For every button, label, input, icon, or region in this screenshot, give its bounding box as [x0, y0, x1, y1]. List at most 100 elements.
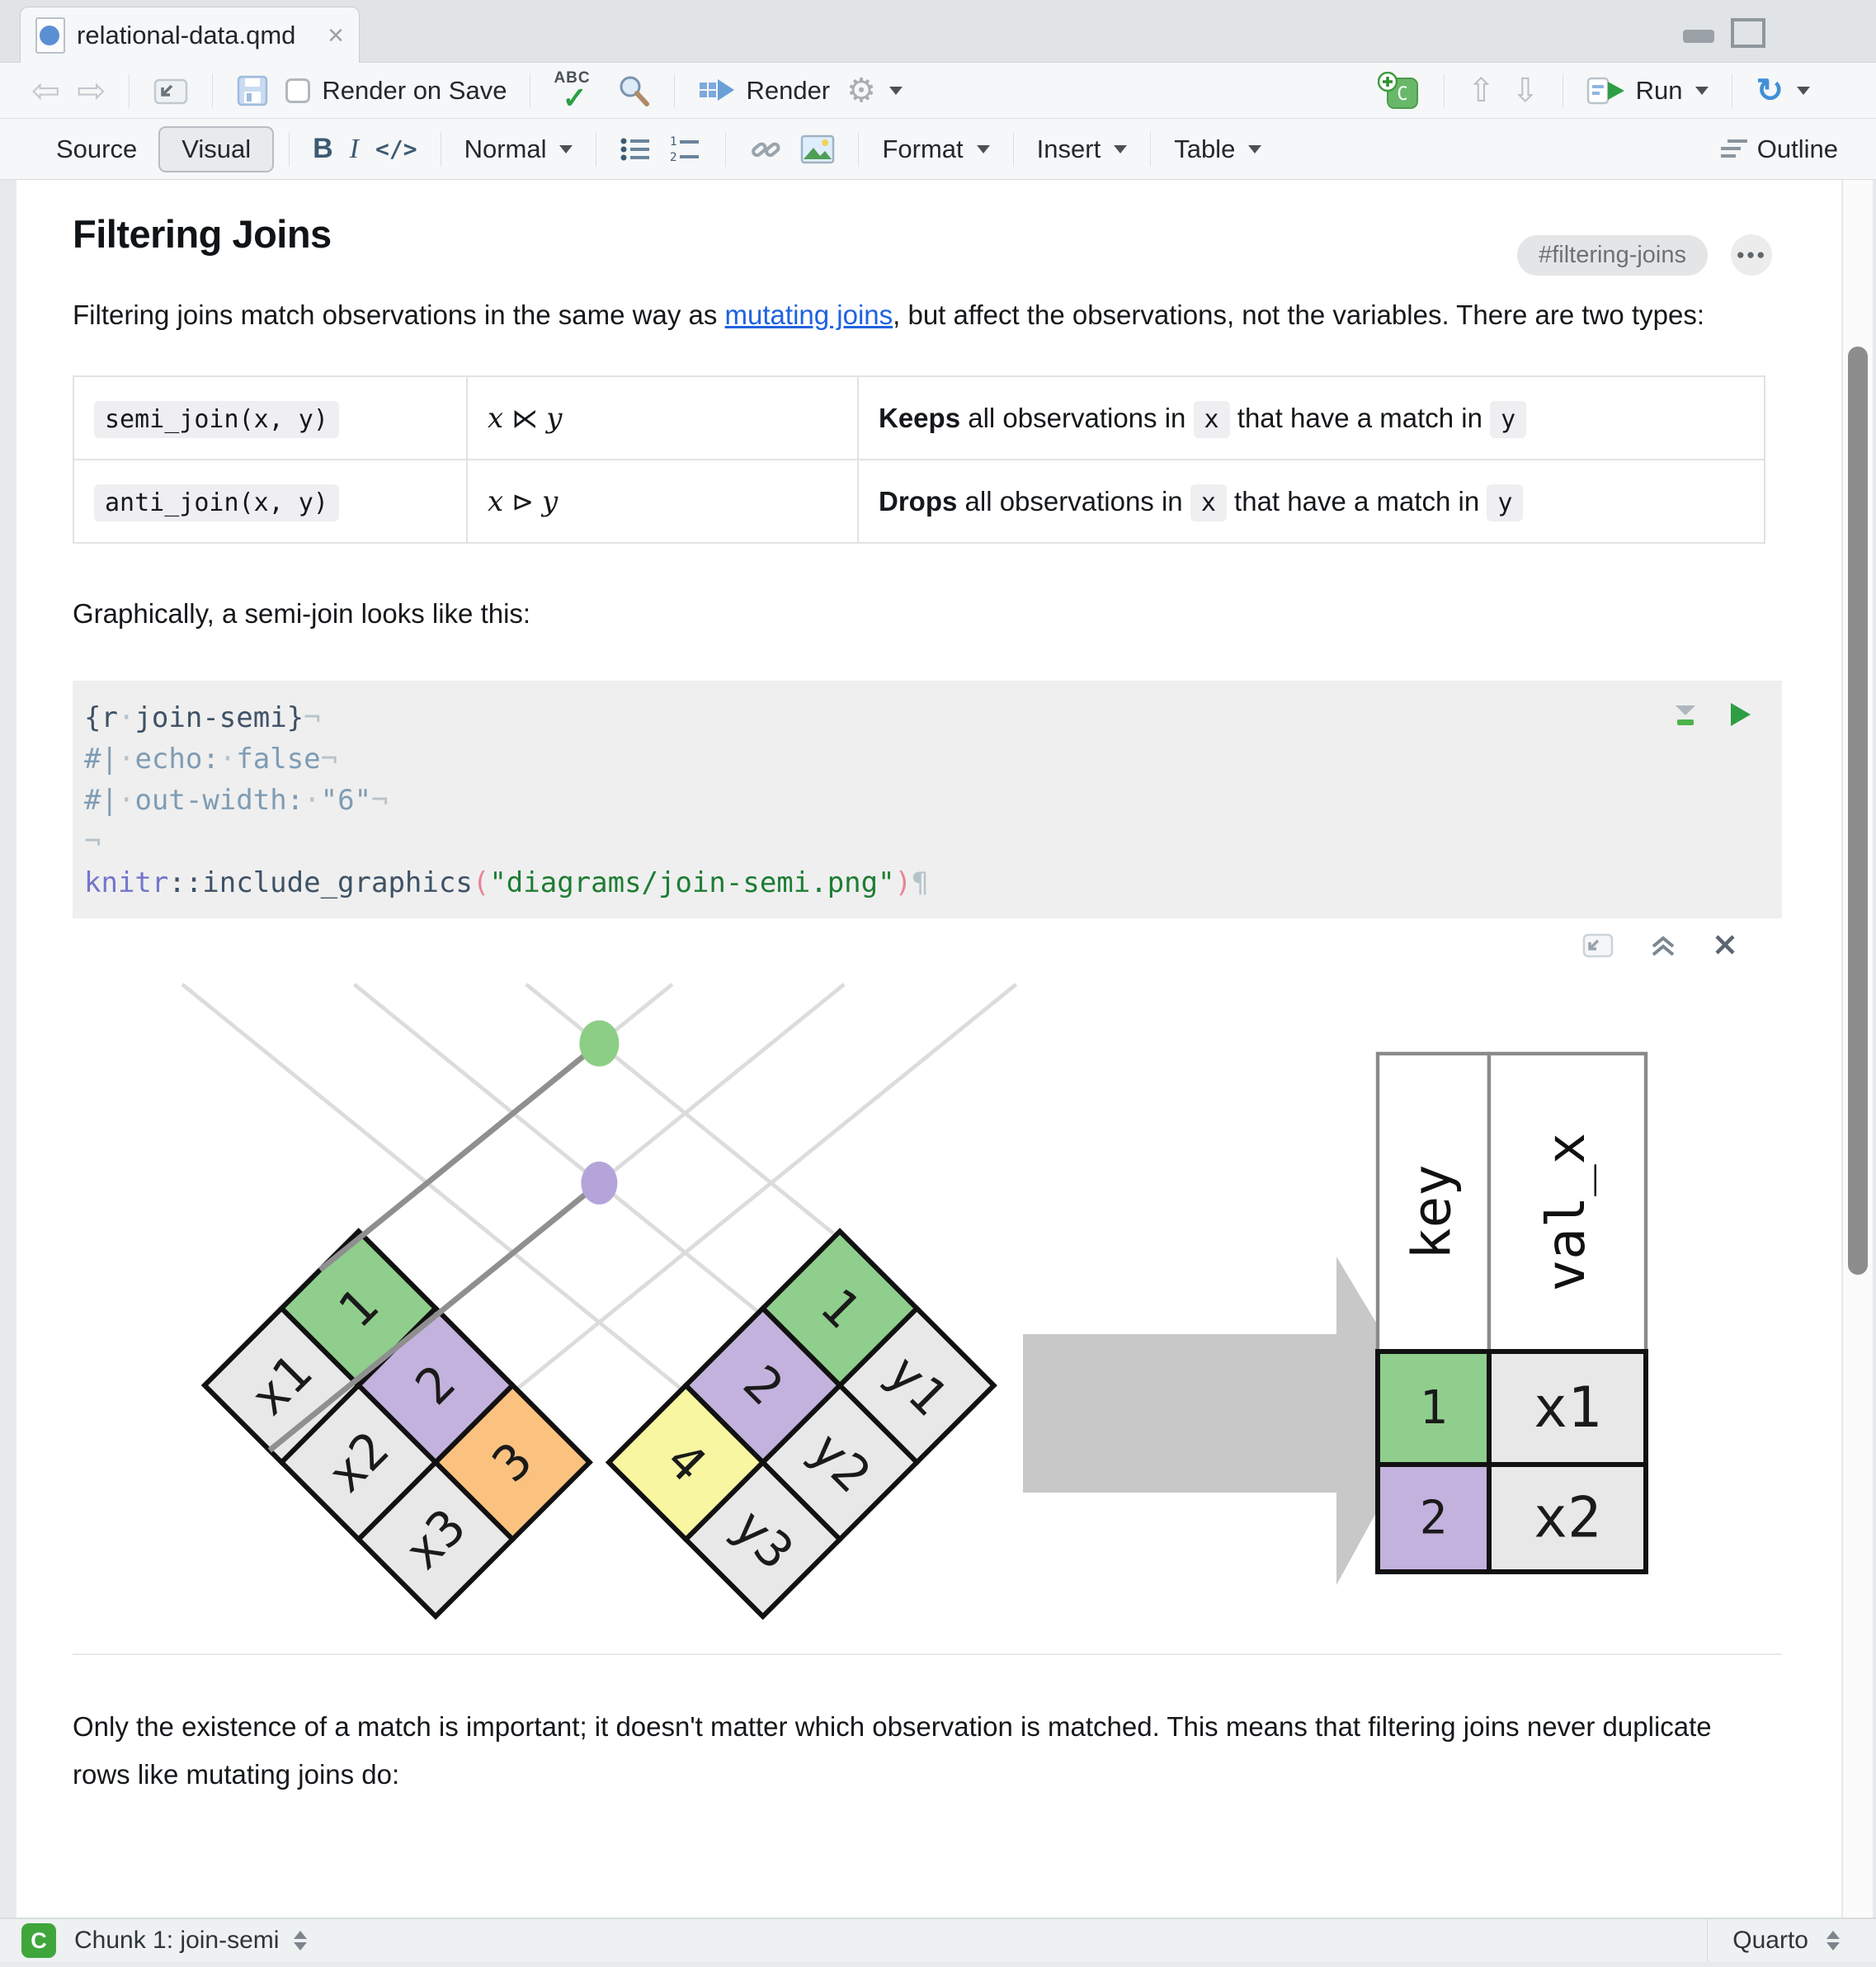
chevron-down-icon — [1114, 144, 1128, 153]
anti-join-math: x ⊳ y — [466, 459, 859, 544]
chunk-navigator[interactable]: Chunk 1: join-semi — [74, 1927, 279, 1955]
svg-text:2: 2 — [1420, 1492, 1448, 1545]
numbered-list-button[interactable]: 12 — [661, 130, 710, 168]
bold-button[interactable]: B — [304, 128, 342, 170]
image-icon — [801, 134, 835, 163]
anti-join-description: Drops all observations in x that have a … — [857, 459, 1765, 544]
rerun-button[interactable]: ↻ — [1747, 69, 1818, 112]
bullet-list-button[interactable] — [611, 130, 661, 168]
semi-join-description: Keeps all observations in x that have a … — [857, 375, 1765, 460]
run-chunks-above-icon[interactable] — [1670, 699, 1701, 730]
tab-close-icon[interactable]: × — [328, 21, 344, 50]
paragraph-style-label: Normal — [464, 134, 547, 163]
visual-mode-button[interactable]: Visual — [158, 125, 275, 172]
code-line[interactable]: #|·out-width:·"6"¬ — [84, 780, 1764, 821]
chunk-output: x1 1 x2 2 x3 3 y1 1 y2 2 y3 4 key val_x 1 x1 2 x2 — [73, 918, 1782, 1655]
go-to-next-chunk-button[interactable]: ⇩ — [1503, 69, 1548, 112]
render-on-save-checkbox[interactable] — [285, 78, 311, 103]
svg-text:1: 1 — [1420, 1381, 1448, 1435]
render-options-button[interactable]: ⚙ — [838, 69, 911, 112]
chevron-down-icon — [889, 86, 903, 95]
toolbar-divider — [858, 131, 860, 167]
popout-window-icon — [154, 78, 188, 104]
toolbar-divider — [289, 131, 290, 167]
code-line[interactable]: {r·join-semi}¬ — [84, 697, 1764, 738]
toolbar-divider — [674, 73, 676, 108]
table-menu[interactable]: Table — [1166, 130, 1270, 169]
main-toolbar: ⇦ ⇨ Render on Save ABC ✓ Render ⚙ C ⇧ ⇩ … — [0, 63, 1876, 119]
paragraph-style-dropdown[interactable]: Normal — [456, 130, 582, 169]
run-icon — [1586, 77, 1624, 104]
chevron-down-icon — [1248, 144, 1262, 153]
run-chunk-icon[interactable] — [1726, 699, 1754, 730]
svg-text:x2: x2 — [1534, 1486, 1601, 1551]
scrollbar-thumb[interactable] — [1848, 347, 1868, 1275]
forward-button[interactable]: ⇨ — [68, 68, 114, 113]
pane-minimize-button[interactable] — [1683, 30, 1714, 43]
code-chunk[interactable]: {r·join-semi}¬ #|·echo:·false¬ #|·out-widt… — [73, 681, 1782, 918]
chunk-code[interactable]: {r·join-semi}¬ #|·echo:·false¬ #|·out-widt… — [84, 697, 1764, 903]
join-semi-diagram-svg: x11x22x33y11y22y34key val_x1 x12 x2 — [181, 983, 1648, 1620]
code-line[interactable]: knitr::include_graphics("diagrams/join-s… — [84, 862, 1764, 903]
code-format-icon: </> — [375, 135, 417, 163]
forward-icon: ⇨ — [77, 70, 106, 110]
run-label: Run — [1635, 75, 1683, 105]
close-output-icon[interactable] — [1711, 931, 1739, 959]
svg-text:x1: x1 — [1534, 1375, 1601, 1441]
format-selector[interactable]: Quarto — [1707, 1919, 1876, 1962]
section-menu-button[interactable]: ●●● — [1731, 234, 1772, 276]
back-button[interactable]: ⇦ — [23, 68, 68, 113]
italic-button[interactable]: I — [342, 129, 367, 170]
svg-text:val_x: val_x — [1536, 1133, 1597, 1292]
insert-image-button[interactable] — [792, 130, 843, 169]
code-line[interactable]: ¬ — [84, 821, 1764, 862]
editor-content: #filtering-joins ●●● Filtering Joins Fil… — [16, 180, 1841, 1917]
vertical-scrollbar[interactable] — [1842, 180, 1873, 1917]
render-button[interactable]: Render — [690, 71, 838, 111]
quarto-document-icon — [35, 17, 65, 54]
svg-text:C: C — [1397, 84, 1407, 105]
chevron-down-icon — [1797, 86, 1810, 95]
find-button[interactable] — [608, 68, 659, 113]
source-mode-button[interactable]: Source — [48, 130, 145, 169]
svg-text:key: key — [1402, 1164, 1464, 1260]
numbered-list-icon: 12 — [670, 135, 700, 163]
chevron-down-icon — [976, 144, 990, 153]
render-on-save-label: Render on Save — [322, 75, 507, 105]
tab-relational-data[interactable]: relational-data.qmd × — [20, 7, 360, 63]
italic-icon: I — [349, 133, 359, 164]
go-to-previous-chunk-button[interactable]: ⇧ — [1459, 69, 1504, 112]
spellcheck-button[interactable]: ABC ✓ — [545, 64, 608, 117]
link-icon — [752, 142, 780, 157]
insert-label: Insert — [1036, 134, 1101, 163]
table-row-semi-join: semi_join(x, y) x ⋉ y Keeps all observatio… — [73, 375, 1765, 460]
rerun-icon: ↻ — [1756, 72, 1784, 109]
format-menu[interactable]: Format — [874, 130, 997, 169]
spellcheck-icon: ABC ✓ — [554, 68, 591, 115]
bullet-list-icon — [620, 138, 650, 160]
outline-toggle[interactable]: Outline — [1711, 130, 1846, 169]
render-on-save-toggle[interactable]: Render on Save — [277, 71, 515, 111]
collapse-output-icon[interactable] — [1647, 928, 1680, 961]
pane-maximize-button[interactable] — [1731, 18, 1765, 48]
insert-link-button[interactable] — [741, 130, 792, 169]
format-selector-label: Quarto — [1732, 1927, 1808, 1954]
run-button[interactable]: Run — [1578, 70, 1718, 111]
show-in-new-window-icon[interactable] — [1581, 929, 1615, 960]
visual-label: Visual — [181, 134, 252, 163]
code-format-button[interactable]: </> — [367, 130, 426, 167]
down-arrow-icon: ⇩ — [1511, 72, 1539, 109]
code-line[interactable]: #|·echo:·false¬ — [84, 738, 1764, 780]
rstudio-window: relational-data.qmd × ⇦ ⇨ Render on Save… — [0, 0, 1876, 1967]
mutating-joins-link[interactable]: mutating joins — [725, 300, 893, 330]
insert-chunk-button[interactable]: C — [1369, 67, 1429, 115]
chunk-stepper-icon[interactable] — [294, 1931, 308, 1950]
render-label: Render — [746, 75, 831, 105]
insert-chunk-icon: C — [1377, 71, 1418, 109]
chevron-down-icon — [1695, 86, 1709, 95]
open-in-new-window-button[interactable] — [144, 70, 197, 111]
insert-menu[interactable]: Insert — [1029, 130, 1136, 169]
document: #filtering-joins ●●● Filtering Joins Fil… — [16, 211, 1841, 1799]
save-icon — [238, 75, 268, 106]
save-button[interactable] — [228, 69, 277, 112]
